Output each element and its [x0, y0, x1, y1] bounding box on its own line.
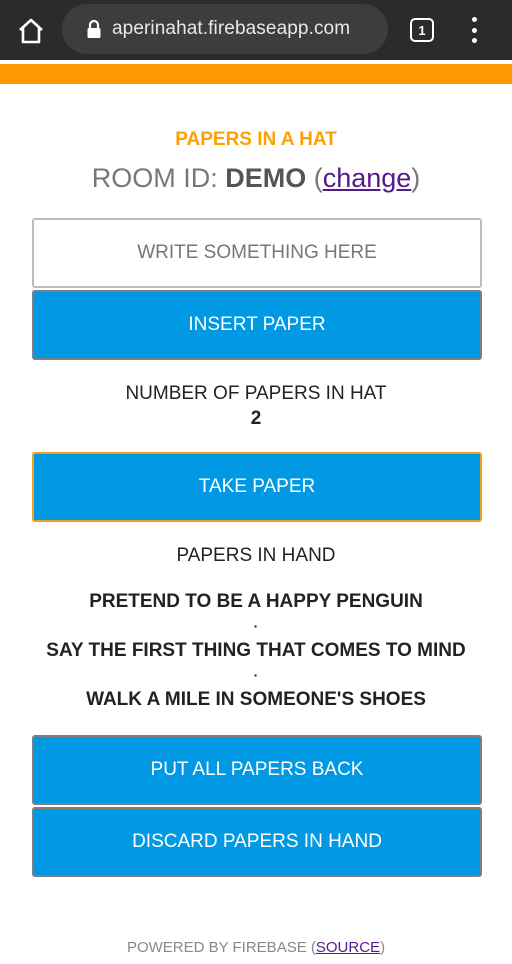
insert-paper-button[interactable]: INSERT PAPER [32, 290, 482, 360]
papers-in-hand-list: PRETEND TO BE A HAPPY PENGUIN · SAY THE … [0, 590, 512, 712]
papers-in-hand-label: PAPERS IN HAND [176, 545, 336, 566]
change-open-paren: ( [306, 163, 323, 193]
room-id-prefix: ROOM ID: [91, 163, 226, 193]
tab-switcher-button[interactable]: 1 [410, 18, 434, 42]
home-icon[interactable] [16, 16, 46, 46]
app-header-bar [0, 64, 512, 84]
lock-icon [87, 19, 101, 38]
url-text: aperinahat.firebaseapp.com [112, 18, 351, 39]
more-vert-icon[interactable] [466, 15, 482, 45]
room-id-line: ROOM ID: DEMO (change) [0, 163, 512, 194]
take-paper-button[interactable]: TAKE PAPER [32, 452, 482, 522]
address-bar[interactable]: aperinahat.firebaseapp.com [62, 4, 388, 54]
room-id-value: DEMO [225, 163, 307, 193]
hand-separator: · [253, 618, 259, 634]
change-room-link[interactable]: change [323, 163, 412, 193]
change-close-paren: ) [411, 163, 421, 193]
browser-toolbar: aperinahat.firebaseapp.com 1 [0, 0, 512, 60]
page-title: PAPERS IN A HAT [175, 129, 337, 150]
hand-paper-item: PRETEND TO BE A HAPPY PENGUIN [89, 591, 423, 612]
discard-papers-button[interactable]: DISCARD PAPERS IN HAND [32, 807, 482, 877]
footer-close-paren: ) [380, 939, 386, 956]
papers-count-label: NUMBER OF PAPERS IN HAT [125, 383, 387, 404]
footer-text: POWERED BY FIREBASE ( [126, 939, 316, 956]
hand-paper-item: WALK A MILE IN SOMEONE'S SHOES [86, 689, 426, 710]
paper-text-input[interactable] [32, 218, 482, 288]
source-link[interactable]: SOURCE [316, 939, 380, 956]
papers-count-value: 2 [250, 408, 262, 429]
hand-paper-item: SAY THE FIRST THING THAT COMES TO MIND [46, 640, 466, 661]
footer: POWERED BY FIREBASE (SOURCE) [0, 939, 512, 956]
hand-separator: · [253, 667, 259, 683]
put-all-papers-back-button[interactable]: PUT ALL PAPERS BACK [32, 735, 482, 805]
